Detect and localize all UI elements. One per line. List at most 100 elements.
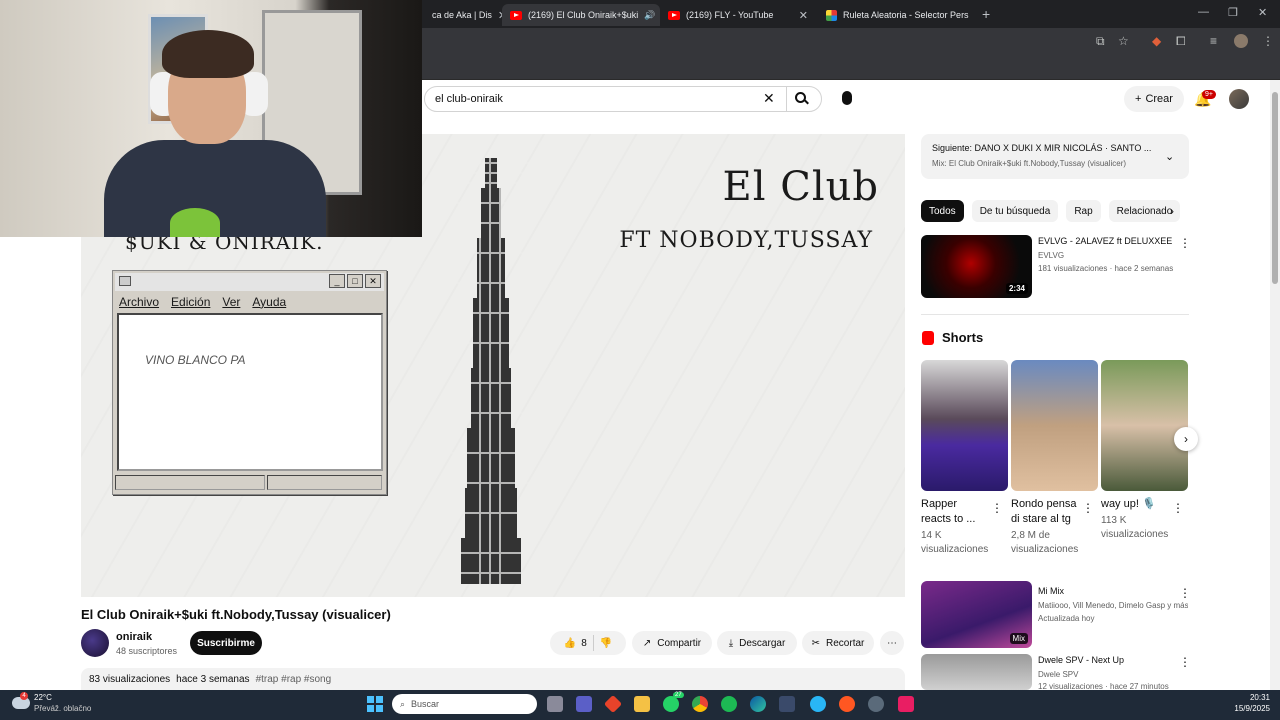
subscribe-button[interactable]: Suscribirme xyxy=(190,631,262,655)
like-count: 8 xyxy=(581,637,587,649)
chip-de-tu-busqueda[interactable]: De tu búsqueda xyxy=(971,200,1059,222)
rec-video-title[interactable]: EVLVG - 2ALAVEZ ft DELUXXEE xyxy=(1038,236,1172,246)
notepad-text: VINO BLANCO PA xyxy=(145,353,246,367)
edge-icon[interactable] xyxy=(750,696,766,712)
notepad-maximize-icon: □ xyxy=(347,274,363,288)
short-title[interactable]: way up! 🎙️ xyxy=(1101,497,1171,512)
chevron-down-icon[interactable]: ⌄ xyxy=(1165,150,1174,163)
windows-start-icon[interactable] xyxy=(367,696,383,712)
thumbs-down-icon[interactable]: 👎 xyxy=(600,638,612,649)
create-button[interactable]: + Crear xyxy=(1124,86,1184,112)
ruleta-favicon-icon xyxy=(826,9,837,21)
close-window-icon[interactable]: ✕ xyxy=(1258,6,1267,19)
weather-temperature[interactable]: 22°C xyxy=(34,693,52,702)
taskbar-time[interactable]: 20:31 xyxy=(1238,693,1270,702)
more-options-icon[interactable]: ⋮ xyxy=(1179,236,1191,250)
mix-title[interactable]: Mi Mix xyxy=(1038,586,1064,596)
clip-button[interactable]: ✂ Recortar xyxy=(802,631,874,655)
chip-rap[interactable]: Rap xyxy=(1066,200,1101,222)
search-divider xyxy=(786,86,787,112)
tiktok-icon[interactable] xyxy=(898,696,914,712)
taskbar-search-input[interactable]: ⌕ Buscar xyxy=(392,694,537,714)
rec-video-thumbnail[interactable]: 2:34 xyxy=(921,235,1032,298)
download-button[interactable]: ⤓ Descargar xyxy=(717,631,797,655)
more-options-icon[interactable]: ⋮ xyxy=(991,501,1003,515)
install-app-icon[interactable]: ⧉ xyxy=(1096,34,1105,49)
rec-video-channel[interactable]: EVLVG xyxy=(1038,251,1064,260)
more-icon: ⋯ xyxy=(887,637,897,649)
spotify-icon[interactable] xyxy=(721,696,737,712)
tab-label: Ruleta Aleatoria - Selector Pers xyxy=(843,10,969,20)
more-actions-button[interactable]: ⋯ xyxy=(880,631,904,655)
notepad-app-icon xyxy=(119,276,131,286)
more-options-icon[interactable]: ⋮ xyxy=(1179,655,1191,669)
restore-icon[interactable]: ❐ xyxy=(1228,6,1238,19)
clear-search-icon[interactable]: ✕ xyxy=(763,90,775,107)
close-tab-icon[interactable]: ✕ xyxy=(799,9,808,22)
scrollbar-thumb[interactable] xyxy=(1272,92,1278,284)
speaker-icon[interactable]: 🔊 xyxy=(644,10,655,21)
download-label: Descargar xyxy=(739,637,786,649)
extension-icon[interactable]: ◆ xyxy=(1152,34,1161,48)
rec-video-thumbnail[interactable] xyxy=(921,654,1032,690)
whatsapp-badge: 27 xyxy=(673,692,684,698)
notifications-badge: 9+ xyxy=(1202,90,1216,99)
channel-name[interactable]: oniraik xyxy=(116,631,152,643)
file-explorer-icon[interactable] xyxy=(634,696,650,712)
video-title: El Club Oniraik+$uki ft.Nobody,Tussay (v… xyxy=(81,607,391,622)
chip-todos[interactable]: Todos xyxy=(921,200,964,222)
rec-video-channel[interactable]: Dwele SPV xyxy=(1038,670,1078,679)
short-thumbnail[interactable] xyxy=(1011,360,1098,491)
firefox-like-icon[interactable] xyxy=(839,696,855,712)
extensions-puzzle-icon[interactable]: ⧠ xyxy=(1176,34,1186,49)
ascii-tower-graphic xyxy=(451,158,531,584)
tab-discord[interactable]: ca de Aka | Dis ✕ xyxy=(424,4,504,26)
short-title[interactable]: Rondo pensa di stare al tg xyxy=(1011,497,1085,527)
chrome-icon[interactable] xyxy=(692,696,708,712)
settings-gear-icon[interactable] xyxy=(868,696,884,712)
rec-video-title[interactable]: Dwele SPV - Next Up xyxy=(1038,655,1124,665)
mix-playlist-panel[interactable] xyxy=(921,134,1189,179)
more-options-icon[interactable]: ⋮ xyxy=(1172,501,1184,515)
minimize-icon[interactable]: — xyxy=(1198,6,1209,18)
rec-video-meta: 12 visualizaciones · hace 27 minutos xyxy=(1038,682,1169,690)
more-options-icon[interactable]: ⋮ xyxy=(1179,586,1191,600)
notepad-window: _ □ ✕ Archivo Edición Ver Ayuda VINO BLA… xyxy=(112,270,387,495)
more-options-icon[interactable]: ⋮ xyxy=(1082,501,1094,515)
notepad-menu-ver: Ver xyxy=(222,295,241,309)
short-thumbnail[interactable] xyxy=(1101,360,1188,491)
create-label: Crear xyxy=(1145,93,1173,105)
teams-icon[interactable] xyxy=(576,696,592,712)
tab-fly[interactable]: (2169) FLY - YouTube ✕ xyxy=(660,4,816,26)
taskbar-date[interactable]: 15/9/2025 xyxy=(1222,704,1270,713)
shorts-next-button[interactable]: › xyxy=(1174,427,1198,451)
shorts-icon xyxy=(922,331,934,345)
microphone-icon[interactable] xyxy=(842,91,852,105)
share-button[interactable]: ↗ Compartir xyxy=(632,631,712,655)
chevron-right-icon[interactable]: › xyxy=(1170,204,1174,218)
app-icon[interactable] xyxy=(810,696,826,712)
new-tab-icon[interactable]: + xyxy=(982,6,990,22)
bookmark-star-icon[interactable]: ☆ xyxy=(1118,34,1129,48)
hashtags[interactable]: #trap #rap #song xyxy=(256,674,332,685)
menu-icon[interactable]: ⋮ xyxy=(1262,34,1274,48)
tab-ruleta[interactable]: Ruleta Aleatoria - Selector Pers ✕ xyxy=(818,4,974,26)
tab-el-club[interactable]: (2169) El Club Oniraik+$uki 🔊 ✕ xyxy=(502,4,660,26)
avatar[interactable] xyxy=(1229,89,1249,109)
like-button[interactable]: 👍 8 xyxy=(564,638,587,649)
short-views: 2,8 M de xyxy=(1011,530,1050,541)
whatsapp-icon[interactable] xyxy=(663,696,679,712)
channel-avatar[interactable] xyxy=(81,629,109,657)
section-divider xyxy=(921,314,1189,315)
like-divider xyxy=(592,635,594,651)
store-icon[interactable] xyxy=(779,696,795,712)
weather-description[interactable]: Převáž. oblačno xyxy=(34,704,91,713)
short-title[interactable]: Rapper reacts to ... xyxy=(921,497,979,527)
short-views: 14 K xyxy=(921,530,942,541)
mix-meta: Actualizada hoy xyxy=(1038,614,1095,623)
profile-avatar[interactable] xyxy=(1234,34,1248,48)
mix-thumbnail[interactable]: Mix xyxy=(921,581,1032,648)
reading-list-icon[interactable]: ≡ xyxy=(1210,34,1217,48)
short-thumbnail[interactable] xyxy=(921,360,1008,491)
task-view-icon[interactable] xyxy=(547,696,563,712)
